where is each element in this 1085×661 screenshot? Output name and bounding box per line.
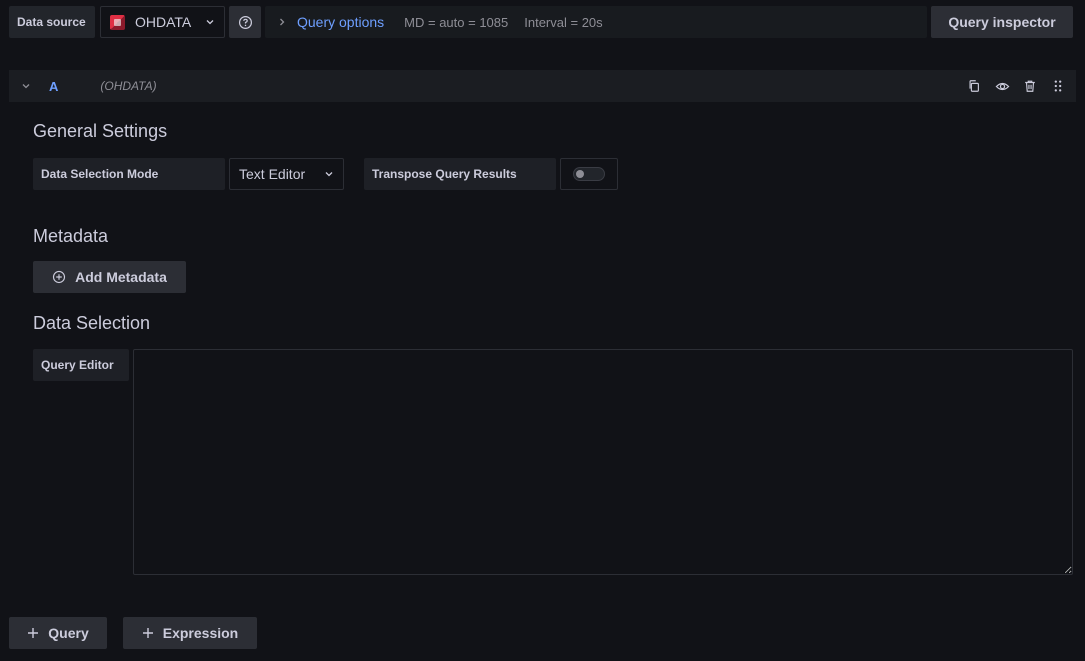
chevron-down-icon[interactable] xyxy=(20,81,32,91)
query-row-header: A (OHDATA) xyxy=(9,70,1076,102)
data-source-picker[interactable]: OHDATA xyxy=(100,6,225,38)
data-selection-mode-label: Data Selection Mode xyxy=(33,158,225,190)
copy-icon xyxy=(969,80,979,92)
plus-icon xyxy=(27,627,39,639)
data-selection-title: Data Selection xyxy=(33,313,151,333)
general-settings-title: General Settings xyxy=(33,121,168,141)
trash-icon xyxy=(1025,80,1035,92)
eye-icon xyxy=(995,82,1009,90)
plus-circle-icon xyxy=(52,270,66,284)
add-expression-button[interactable]: Expression xyxy=(123,617,257,649)
chevron-down-icon xyxy=(325,172,333,177)
add-query-button[interactable]: Query xyxy=(9,617,107,649)
question-circle-icon xyxy=(238,15,252,29)
add-expression-label: Expression xyxy=(162,625,239,641)
data-selection-mode-select[interactable]: Text Editor xyxy=(229,158,344,190)
transpose-query-results-toggle[interactable] xyxy=(560,158,618,190)
query-editor-textarea[interactable] xyxy=(133,349,1073,575)
data-source-label: Data source xyxy=(9,6,95,38)
query-editor-label: Query Editor xyxy=(33,349,129,381)
toggle-track xyxy=(573,167,605,181)
add-query-label: Query xyxy=(48,625,89,641)
chevron-down-icon xyxy=(206,20,214,25)
datasource-help-button[interactable] xyxy=(229,6,261,38)
plus-icon xyxy=(142,627,154,639)
toggle-query-visibility-button[interactable] xyxy=(994,78,1010,94)
query-inspector-button[interactable]: Query inspector xyxy=(931,6,1073,38)
query-datasource-name: (OHDATA) xyxy=(100,79,157,93)
data-selection-mode-value: Text Editor xyxy=(239,166,306,182)
duplicate-query-button[interactable] xyxy=(966,78,982,94)
interval-info: Interval = 20s xyxy=(524,14,603,30)
drag-handle-icon xyxy=(1054,80,1062,92)
transpose-query-results-label: Transpose Query Results xyxy=(364,158,556,190)
query-options-bar[interactable]: Query options MD = auto = 1085 Interval … xyxy=(265,6,927,38)
query-options-toggle[interactable]: Query options xyxy=(297,14,384,30)
toggle-knob xyxy=(576,170,584,178)
data-source-value: OHDATA xyxy=(135,14,192,30)
chevron-right-icon xyxy=(280,18,285,26)
query-ref-id[interactable]: A xyxy=(49,79,58,94)
query-row-actions xyxy=(966,78,1066,94)
datasource-logo-icon xyxy=(110,14,125,30)
delete-query-button[interactable] xyxy=(1022,78,1038,94)
metadata-title: Metadata xyxy=(33,226,109,246)
max-data-points-info: MD = auto = 1085 xyxy=(404,14,509,30)
drag-query-handle[interactable] xyxy=(1050,78,1066,94)
add-metadata-button[interactable]: Add Metadata xyxy=(33,261,186,293)
add-metadata-label: Add Metadata xyxy=(75,269,167,285)
